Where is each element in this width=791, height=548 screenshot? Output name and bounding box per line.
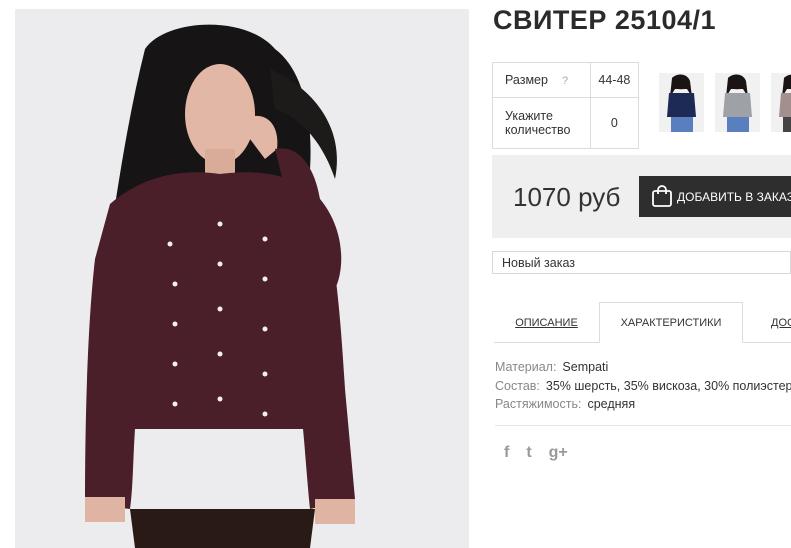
shopping-bag-icon xyxy=(652,185,672,207)
price: 1070 руб xyxy=(513,182,621,212)
spec-row-composition: Состав: 35% шерсть, 35% вискоза, 30% поли… xyxy=(495,377,791,396)
spec-value: Sempati xyxy=(562,360,609,374)
price-panel: 1070 руб ДОБАВИТЬ В ЗАКАЗ xyxy=(492,155,791,238)
add-to-cart-label: ДОБАВИТЬ В ЗАКАЗ xyxy=(677,189,791,204)
quantity-input[interactable]: 0 xyxy=(589,97,640,149)
size-label: Размер xyxy=(505,73,548,87)
product-tabs: ОПИСАНИЕ ХАРАКТЕРИСТИКИ ДОСТАВКА xyxy=(494,302,791,343)
quantity-label: Укажите количество xyxy=(492,97,591,149)
tab-characteristics[interactable]: ХАРАКТЕРИСТИКИ xyxy=(599,302,743,343)
product-options-table: Размер? 44-48 Укажите количество 0 xyxy=(492,62,640,149)
spec-key: Растяжимость: xyxy=(495,397,582,411)
size-value[interactable]: 44-48 xyxy=(589,62,640,98)
facebook-icon[interactable]: f xyxy=(504,444,509,462)
thumbnail-grey[interactable] xyxy=(715,73,760,132)
spec-key: Материал: xyxy=(495,360,557,374)
spec-row-stretch: Растяжимость: средняя xyxy=(495,395,791,414)
social-share: f t g+ xyxy=(504,444,568,462)
spec-row-material: Материал: Sempati xyxy=(495,358,791,377)
tab-delivery[interactable]: ДОСТАВКА xyxy=(743,302,791,343)
add-to-cart-button[interactable]: ДОБАВИТЬ В ЗАКАЗ xyxy=(639,176,791,217)
size-cell: Размер? xyxy=(492,62,591,98)
divider xyxy=(495,425,791,426)
spec-value: 35% шерсть, 35% вискоза, 30% полиэстер xyxy=(545,378,791,393)
tab-description[interactable]: ОПИСАНИЕ xyxy=(494,302,599,343)
product-main-image[interactable] xyxy=(15,9,469,548)
characteristics-list: Материал: Sempati Состав: 35% шерсть, 35% … xyxy=(495,358,791,414)
thumbnail-other[interactable] xyxy=(771,73,791,132)
size-help-icon[interactable]: ? xyxy=(562,75,568,87)
google-plus-icon[interactable]: g+ xyxy=(549,444,568,462)
product-title: СВИТЕР 25104/1 xyxy=(493,5,717,35)
spec-key: Состав: xyxy=(495,378,540,393)
spec-value: средняя xyxy=(587,397,636,411)
thumbnail-navy[interactable] xyxy=(659,73,704,132)
order-select[interactable]: Новый заказ xyxy=(492,251,791,274)
twitter-icon[interactable]: t xyxy=(526,444,531,462)
thumbnail-strip xyxy=(659,73,791,132)
